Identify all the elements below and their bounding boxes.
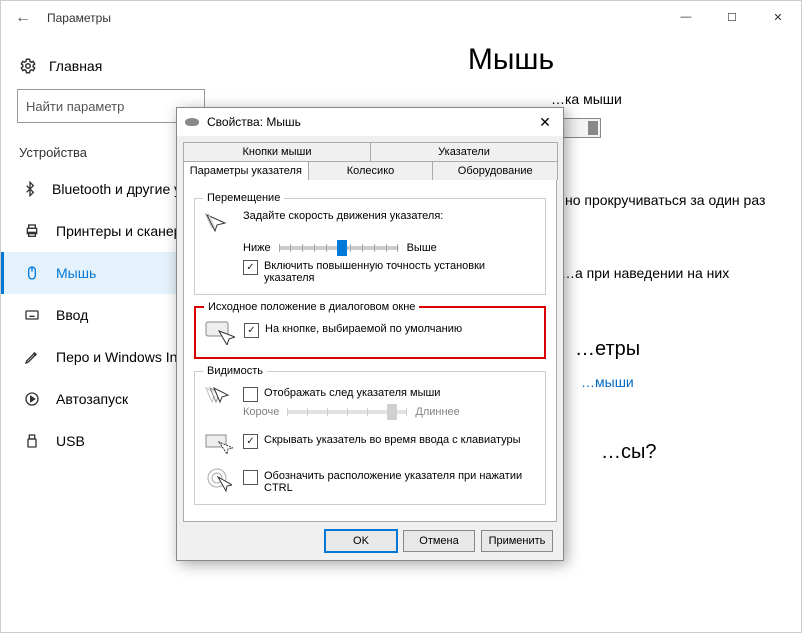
tab-wheel[interactable]: Колесико — [308, 161, 434, 180]
bluetooth-icon — [22, 179, 38, 199]
speed-fast-label: Выше — [407, 242, 437, 254]
hover-label: …а при наведении на них — [561, 263, 781, 284]
pointer-trails-checkbox[interactable] — [243, 387, 258, 402]
sidebar-item-label: USB — [56, 433, 85, 449]
home-label: Главная — [49, 58, 102, 74]
back-button[interactable]: ← — [15, 9, 35, 27]
pen-icon — [22, 347, 42, 367]
dialog-close-button[interactable]: ✕ — [535, 114, 555, 131]
snap-to-label: На кнопке, выбираемой по умолчанию — [265, 323, 462, 335]
snap-to-icon — [204, 319, 236, 347]
close-button[interactable]: ✕ — [755, 1, 801, 33]
printer-icon — [22, 221, 42, 241]
gear-icon — [19, 57, 37, 75]
ctrl-locate-label: Обозначить расположение указателя при на… — [264, 470, 537, 494]
search-placeholder: Найти параметр — [26, 99, 124, 114]
scroll-label: …но прокручиваться за один раз — [551, 190, 781, 211]
sidebar-item-label: Ввод — [56, 307, 88, 323]
dialog-title: Свойства: Мышь — [207, 115, 535, 129]
ok-button[interactable]: OK — [325, 530, 397, 552]
speed-slow-label: Ниже — [243, 242, 271, 254]
enhance-precision-checkbox[interactable]: ✓ — [243, 260, 258, 275]
autoplay-icon — [22, 389, 42, 409]
hide-typing-checkbox[interactable]: ✓ — [243, 434, 258, 449]
group-visibility: Видимость Отображать след указателя мыши — [194, 365, 546, 505]
hide-typing-label: Скрывать указатель во время ввода с клав… — [264, 434, 521, 446]
related-header: …етры — [575, 334, 781, 364]
mouse-icon — [22, 263, 42, 283]
home-link[interactable]: Главная — [1, 51, 221, 85]
hide-typing-icon — [203, 430, 235, 458]
pointer-trails-icon — [203, 383, 235, 411]
tab-hardware[interactable]: Оборудование — [432, 161, 558, 180]
page-title: Мышь — [241, 43, 781, 77]
maximize-button[interactable]: ☐ — [709, 1, 755, 33]
minimize-button[interactable]: — — [663, 1, 709, 33]
group-snap-legend: Исходное положение в диалоговом окне — [204, 301, 419, 313]
primary-button-dropdown[interactable] — [559, 118, 601, 138]
trails-long-label: Длиннее — [415, 406, 459, 418]
group-visibility-legend: Видимость — [203, 365, 267, 377]
tab-buttons[interactable]: Кнопки мыши — [183, 142, 371, 161]
mouse-properties-dialog: Свойства: Мышь ✕ Кнопки мыши Указатели П… — [176, 107, 564, 561]
keyboard-icon — [22, 305, 42, 325]
sidebar-item-label: Перо и Windows Ink — [56, 349, 184, 365]
related-link[interactable]: …мыши — [581, 372, 781, 393]
group-motion: Перемещение Задайте скорость движения ук… — [194, 192, 546, 295]
sidebar-item-label: Автозапуск — [56, 391, 128, 407]
motion-instruction: Задайте скорость движения указателя: — [243, 210, 537, 222]
primary-button-label: …ка мыши — [551, 89, 781, 110]
window-title: Параметры — [47, 11, 111, 25]
apply-button[interactable]: Применить — [481, 530, 553, 552]
usb-icon — [22, 431, 42, 451]
ctrl-locate-checkbox[interactable] — [243, 470, 258, 485]
mouse-icon — [185, 118, 199, 126]
enhance-precision-label: Включить повышенную точность установки у… — [264, 260, 537, 284]
trails-short-label: Короче — [243, 406, 279, 418]
sidebar-item-label: Мышь — [56, 265, 96, 281]
pointer-speed-icon — [203, 210, 235, 238]
pointer-trails-slider — [287, 410, 407, 414]
help-header: …сы? — [601, 437, 781, 467]
group-motion-legend: Перемещение — [203, 192, 284, 204]
sidebar-item-label: Принтеры и сканеры — [56, 223, 191, 239]
tab-pointer-options[interactable]: Параметры указателя — [183, 161, 309, 180]
pointer-speed-slider[interactable] — [279, 246, 399, 250]
ctrl-locate-icon — [203, 466, 235, 494]
snap-to-checkbox[interactable]: ✓ — [244, 323, 259, 338]
tab-pointers[interactable]: Указатели — [370, 142, 558, 161]
cancel-button[interactable]: Отмена — [403, 530, 475, 552]
group-snap-to: Исходное положение в диалоговом окне ✓ Н… — [194, 301, 546, 359]
pointer-trails-label: Отображать след указателя мыши — [264, 387, 440, 399]
